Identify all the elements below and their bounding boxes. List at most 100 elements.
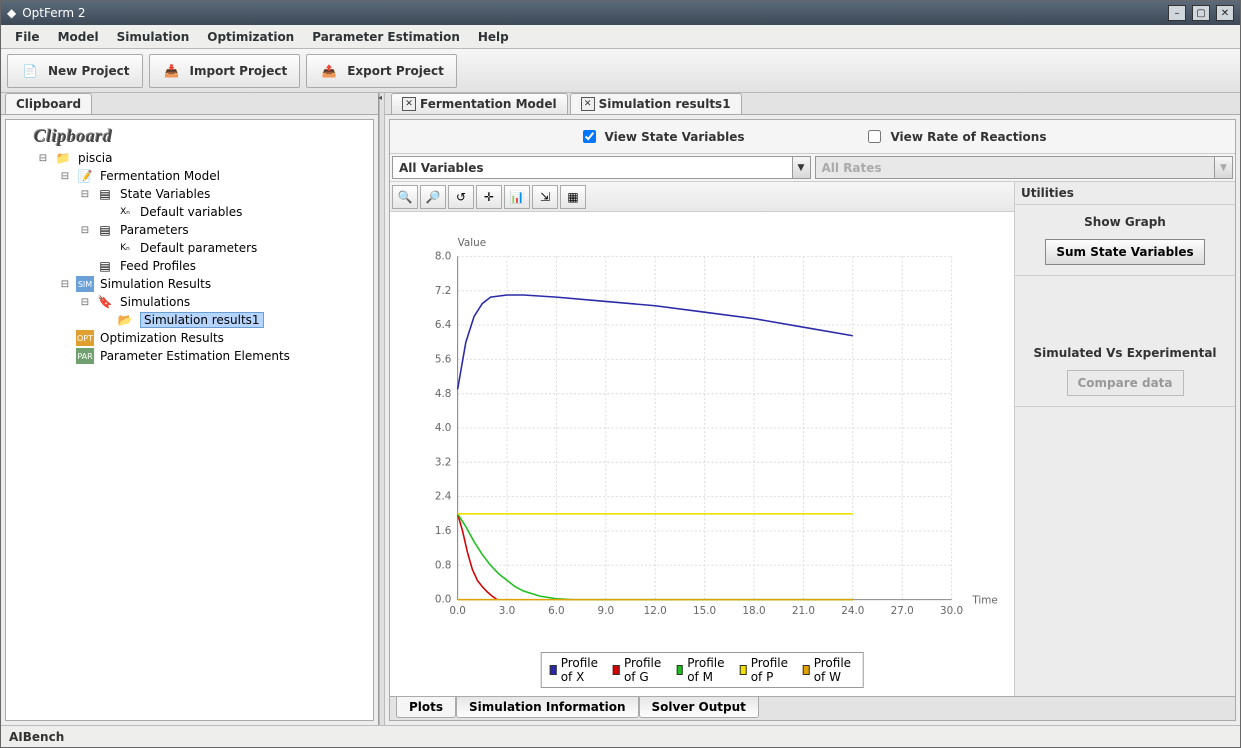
tab-simulation-information[interactable]: Simulation Information <box>456 697 638 718</box>
import-project-icon: 📥 <box>162 61 182 81</box>
svg-text:7.2: 7.2 <box>435 285 452 297</box>
expand-icon[interactable]: ⊟ <box>38 153 48 164</box>
tree-node-default-parameters[interactable]: Kₙ Default parameters <box>8 239 369 257</box>
import-project-button[interactable]: 📥 Import Project <box>149 54 301 88</box>
zoom-out-button[interactable]: 🔎 <box>420 185 446 209</box>
crosshair-button[interactable]: ✛ <box>476 185 502 209</box>
export-chart-button[interactable]: ⇲ <box>532 185 558 209</box>
new-project-button[interactable]: 📄 New Project <box>7 54 143 88</box>
tree-node-optimization-results[interactable]: OPT Optimization Results <box>8 329 369 347</box>
tab-solver-output[interactable]: Solver Output <box>639 697 759 718</box>
refresh-icon: ↺ <box>456 190 466 204</box>
tree-node-simulation-results[interactable]: ⊟ SIM Simulation Results <box>8 275 369 293</box>
chart-svg: 0.03.06.09.012.015.018.021.024.027.030.0… <box>390 212 1014 696</box>
right-pane: ✕ Fermentation Model ✕ Simulation result… <box>385 93 1240 725</box>
svg-text:6.4: 6.4 <box>435 319 452 331</box>
tree-node-simulations[interactable]: ⊟ 🔖 Simulations <box>8 293 369 311</box>
app-window: ◆ OptFerm 2 – ▢ ✕ File Model Simulation … <box>0 0 1241 748</box>
tree-node-default-variables[interactable]: Xₙ Default variables <box>8 203 369 221</box>
menu-simulation[interactable]: Simulation <box>109 27 198 47</box>
grid-button[interactable]: ▦ <box>560 185 586 209</box>
chart-area[interactable]: 0.03.06.09.012.015.018.021.024.027.030.0… <box>390 212 1014 696</box>
expand-icon[interactable]: ⊟ <box>80 297 90 308</box>
menu-optimization[interactable]: Optimization <box>199 27 302 47</box>
zoom-in-icon: 🔍 <box>398 190 413 204</box>
svg-text:15.0: 15.0 <box>693 605 716 617</box>
combo-row: All Variables ▼ All Rates ▼ <box>390 154 1235 182</box>
plot-column: 🔍 🔎 ↺ ✛ 📊 ⇲ ▦ 0.03.06.09.012.015.018.021… <box>390 182 1015 696</box>
tree-node-piscia[interactable]: ⊟ 📁 piscia <box>8 149 369 167</box>
folder-open-icon: 📂 <box>116 312 134 328</box>
svg-text:6.0: 6.0 <box>548 605 565 617</box>
sum-state-variables-button[interactable]: Sum State Variables <box>1045 239 1204 265</box>
chart-options-button[interactable]: 📊 <box>504 185 530 209</box>
tab-plots[interactable]: Plots <box>396 697 456 718</box>
status-bar: AIBench <box>1 725 1240 747</box>
reset-zoom-button[interactable]: ↺ <box>448 185 474 209</box>
tree-node-parameters[interactable]: ⊟ ▤ Parameters <box>8 221 369 239</box>
close-icon[interactable]: ✕ <box>402 97 416 111</box>
tree-node-feed-profiles[interactable]: ▤ Feed Profiles <box>8 257 369 275</box>
expand-icon[interactable]: ⊟ <box>60 171 70 182</box>
tab-clipboard[interactable]: Clipboard <box>5 93 92 114</box>
checkbox-input[interactable] <box>868 130 881 143</box>
tab-fermentation-model[interactable]: ✕ Fermentation Model <box>391 93 568 114</box>
export-project-label: Export Project <box>347 64 444 78</box>
compare-data-button: Compare data <box>1067 370 1184 396</box>
zoom-in-button[interactable]: 🔍 <box>392 185 418 209</box>
tree-node-state-variables[interactable]: ⊟ ▤ State Variables <box>8 185 369 203</box>
list-icon: ▤ <box>96 186 114 202</box>
new-project-icon: 📄 <box>20 61 40 81</box>
xn-icon: Xₙ <box>116 204 134 220</box>
splitter[interactable] <box>379 93 385 725</box>
main-body: Clipboard Clipboard ⊟ 📁 piscia ⊟ 📝 Ferme… <box>1 93 1240 725</box>
menu-file[interactable]: File <box>7 27 48 47</box>
svg-text:12.0: 12.0 <box>644 605 667 617</box>
svg-text:24.0: 24.0 <box>841 605 864 617</box>
mid-row: 🔍 🔎 ↺ ✛ 📊 ⇲ ▦ 0.03.06.09.012.015.018.021… <box>390 182 1235 696</box>
tree-node-simulation-results1[interactable]: 📂 Simulation results1 <box>8 311 369 329</box>
view-options-row: View State Variables View Rate of Reacti… <box>390 120 1235 154</box>
tree-node-parameter-estimation-elements[interactable]: PAR Parameter Estimation Elements <box>8 347 369 365</box>
tree-node-fermentation-model[interactable]: ⊟ 📝 Fermentation Model <box>8 167 369 185</box>
kn-icon: Kₙ <box>116 240 134 256</box>
svg-text:1.6: 1.6 <box>435 525 452 537</box>
svg-text:5.6: 5.6 <box>435 353 452 365</box>
clipboard-header: Clipboard <box>8 126 369 149</box>
expand-icon[interactable]: ⊟ <box>80 189 90 200</box>
show-graph-label: Show Graph <box>1084 215 1166 229</box>
tab-simulation-results1[interactable]: ✕ Simulation results1 <box>570 93 742 114</box>
chart-legend: Profile of XProfile of GProfile of MProf… <box>541 652 864 688</box>
close-button[interactable]: ✕ <box>1216 5 1234 21</box>
minimize-button[interactable]: – <box>1168 5 1186 21</box>
menu-help[interactable]: Help <box>470 27 517 47</box>
combo-all-variables[interactable]: All Variables ▼ <box>392 156 811 179</box>
svg-text:Value: Value <box>458 237 487 249</box>
checkbox-view-rate-of-reactions[interactable]: View Rate of Reactions <box>864 127 1046 146</box>
chart-icon: 📊 <box>510 190 525 204</box>
expand-icon[interactable]: ⊟ <box>80 225 90 236</box>
sim-vs-exp-label: Simulated Vs Experimental <box>1033 346 1216 360</box>
status-text: AIBench <box>9 730 64 744</box>
utilities-panel: Utilities Show Graph Sum State Variables… <box>1015 182 1235 696</box>
editor-tab-bar: ✕ Fermentation Model ✕ Simulation result… <box>385 93 1240 115</box>
maximize-button[interactable]: ▢ <box>1192 5 1210 21</box>
utilities-group-graph: Show Graph Sum State Variables <box>1015 205 1235 276</box>
export-icon: ⇲ <box>540 190 550 204</box>
menu-model[interactable]: Model <box>50 27 107 47</box>
window-title: OptFerm 2 <box>22 6 85 20</box>
sim-icon: SIM <box>76 276 94 292</box>
checkbox-input[interactable] <box>583 130 596 143</box>
par-icon: PAR <box>76 348 94 364</box>
expand-icon[interactable]: ⊟ <box>60 279 70 290</box>
svg-text:27.0: 27.0 <box>891 605 914 617</box>
chevron-down-icon[interactable]: ▼ <box>792 157 810 178</box>
opt-icon: OPT <box>76 330 94 346</box>
checkbox-view-state-variables[interactable]: View State Variables <box>579 127 745 146</box>
menu-parameter-estimation[interactable]: Parameter Estimation <box>304 27 468 47</box>
svg-text:0.0: 0.0 <box>435 594 452 606</box>
close-icon[interactable]: ✕ <box>581 97 595 111</box>
import-project-label: Import Project <box>190 64 288 78</box>
svg-text:4.8: 4.8 <box>435 388 452 400</box>
export-project-button[interactable]: 📤 Export Project <box>306 54 457 88</box>
